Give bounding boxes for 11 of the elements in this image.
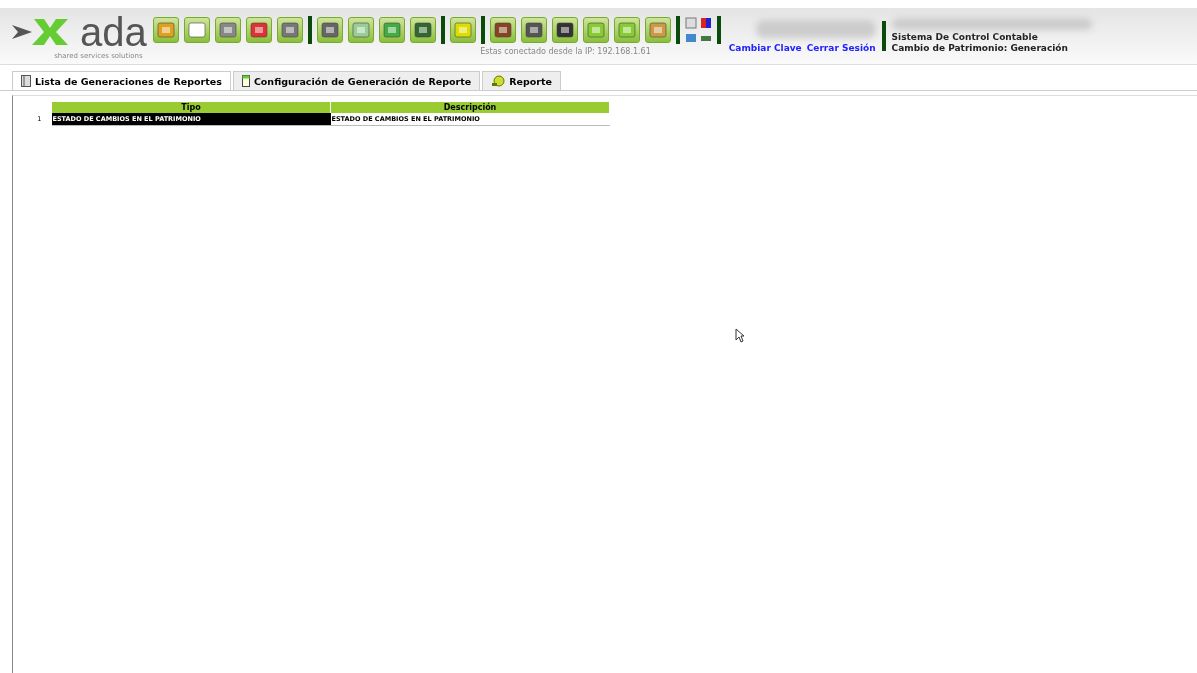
tab[interactable]: Reporte [482, 71, 561, 90]
logo-text: ada [80, 12, 147, 52]
tab[interactable]: Configuración de Generación de Reporte [232, 71, 481, 90]
header-link[interactable]: Cambiar Clave [728, 42, 802, 53]
system-title: Sistema De Control Contable [891, 32, 1039, 43]
header-link[interactable]: Cerrar Sesión [806, 42, 876, 53]
system-title: Cambio de Patrimonio: Generación [891, 43, 1069, 54]
column-header: Descripción [330, 102, 610, 113]
connection-text: Estas conectado desde la IP: 192.168.1.61 [480, 47, 651, 56]
column-header: Tipo [51, 102, 331, 113]
tab[interactable]: Lista de Generaciones de Reportes [12, 71, 231, 90]
